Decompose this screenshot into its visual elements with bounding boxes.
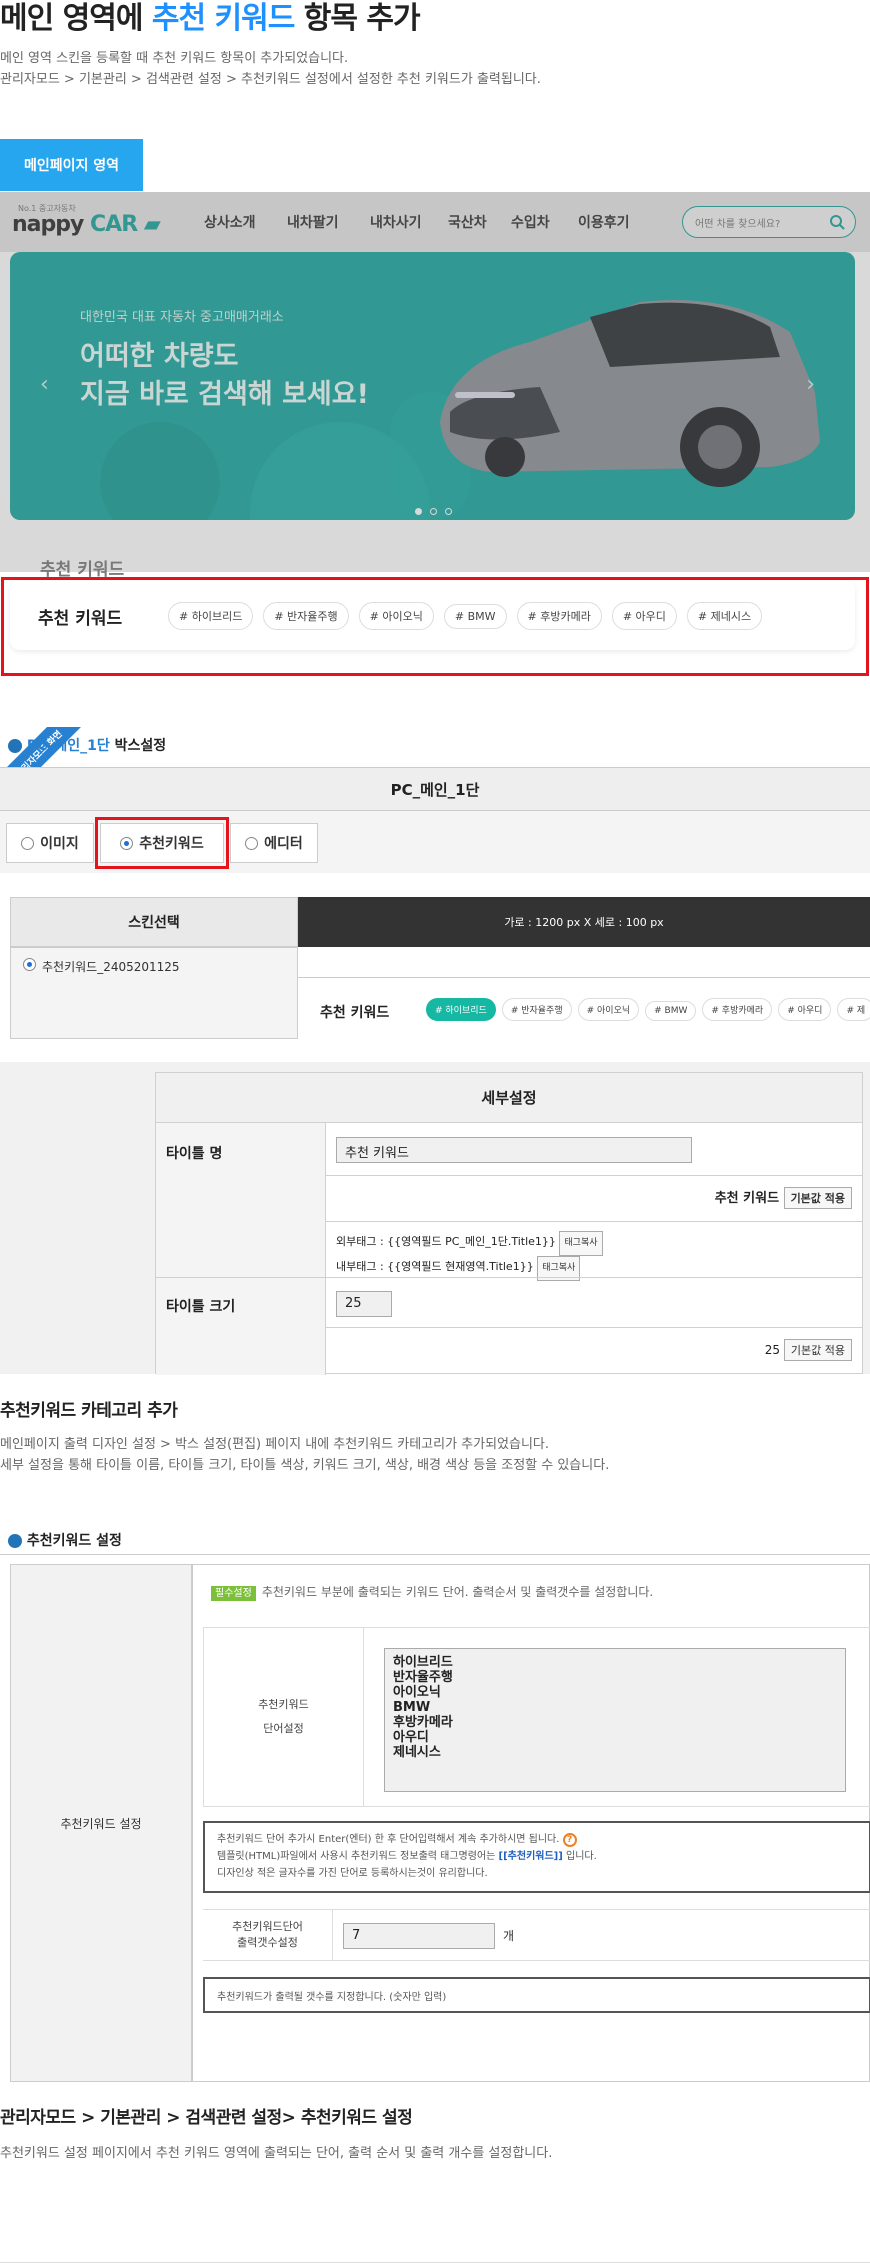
info-icon — [8, 739, 22, 753]
keyword-setting-body: 필수설정 추천키워드 부분에 출력되는 키워드 단어. 출력순서 및 출력갯수를 … — [192, 1564, 870, 2082]
title-size-input[interactable]: 25 — [336, 1291, 392, 1317]
box-setting-panel: 관리자모드 화면 PC_메인_1단 박스설정 PC_메인_1단 이미지 추천키워… — [0, 727, 870, 1039]
tag-info: 외부태그 : {{영역필드 PC_메인_1단.Title1}} 태그복사 내부태… — [336, 1231, 603, 1281]
skin-select-header: 스킨선택 — [10, 897, 298, 947]
site-preview: No.1 중고자동차 nappy CAR ▰ 상사소개 내차팔기 내차사기 국산… — [0, 192, 870, 678]
keyword-chip[interactable]: # BMW — [443, 604, 507, 629]
keyword-chip[interactable]: # 아이오닉 — [358, 602, 434, 630]
keyword-title: 추천 키워드 — [38, 609, 123, 629]
keyword-setting-label: 추천키워드 설정 — [10, 1564, 192, 2082]
required-badge: 필수설정 — [211, 1586, 256, 1601]
preview-chip[interactable]: # 아이오닉 — [577, 998, 640, 1021]
size-preview-row: 25 기본값 적용 — [765, 1339, 852, 1361]
preview-chip-active[interactable]: # 하이브리드 — [426, 998, 496, 1021]
keyword-setting-title: 추천키워드 설정 — [8, 1530, 122, 1550]
title-preview-row: 추천 키워드 기본값 적용 — [715, 1187, 852, 1209]
title-name-label: 타이틀 명 — [156, 1123, 326, 1277]
keyword-chip[interactable]: # 반자율주행 — [263, 602, 349, 630]
bottom-divider — [0, 2262, 870, 2263]
title-name-input[interactable]: 추천 키워드 — [336, 1137, 692, 1163]
page-title: 메인 영역에 추천 키워드 항목 추가 — [0, 1, 421, 36]
footer-path-title: 관리자모드 > 기본관리 > 검색관련 설정> 추천키워드 설정 — [0, 2108, 413, 2128]
keyword-chip[interactable]: # 아우디 — [611, 602, 677, 630]
preview-chip[interactable]: # BMW — [645, 1001, 697, 1021]
count-setting-label: 추천키워드단어 출력갯수설정 — [203, 1910, 333, 1960]
divider — [326, 1327, 862, 1328]
keyword-chip[interactable]: # 제네시스 — [686, 602, 763, 630]
word-setting-box: 추천키워드 단어설정 하이브리드 반자율주행 아이오닉 BMW 후방카메라 아우… — [203, 1627, 870, 1807]
skin-option[interactable]: 추천키워드_2405201125 — [11, 948, 297, 985]
keyword-chip-list: # 하이브리드 # 반자율주행 # 아이오닉 # BMW # 후방카메라 # 아우디 # 제… — [168, 602, 772, 630]
count-input[interactable]: 7 — [343, 1923, 495, 1949]
default-apply-button[interactable]: 기본값 적용 — [783, 1339, 852, 1361]
box-name-bar: PC_메인_1단 — [0, 767, 870, 811]
divider — [0, 1554, 870, 1555]
copy-tag-button[interactable]: 태그복사 — [559, 1231, 603, 1256]
keyword-chip[interactable]: # 하이브리드 — [168, 602, 254, 630]
main-page-tab[interactable]: 메인페이지 영역 — [0, 139, 143, 191]
title-size-label: 타이틀 크기 — [156, 1278, 326, 1375]
count-help-box: 추천키워드가 출력될 갯수를 지정합니다. (숫자만 입력) — [203, 1977, 870, 2013]
skin-list: 추천키워드_2405201125 — [10, 947, 298, 1039]
option-highlight-box — [95, 817, 229, 869]
keyword-chip[interactable]: # 후방카메라 — [516, 602, 602, 630]
page-description: 메인 영역 스킨을 등록할 때 추천 키워드 항목이 추가되었습니다. 관리자모… — [0, 51, 541, 87]
divider — [326, 1175, 862, 1176]
detail-settings-panel: 세부설정 타이틀 명 추천 키워드 추천 키워드 기본값 적용 외부태그 : {… — [0, 1062, 870, 1375]
option-editor[interactable]: 에디터 — [230, 823, 318, 863]
preview-title: 추천 키워드 — [320, 1005, 390, 1021]
preview-chip[interactable]: # 반자율주행 — [501, 998, 572, 1021]
section-recommend-category-title: 추천키워드 카테고리 추가 — [0, 1401, 178, 1421]
required-notice: 필수설정 추천키워드 부분에 출력되는 키워드 단어. 출력순서 및 출력갯수를 … — [211, 1583, 653, 1601]
keyword-help-box: 추천키워드 단어 추가시 Enter(엔터) 한 후 단어입력해서 계속 추가하… — [203, 1821, 870, 1893]
detail-header: 세부설정 — [156, 1073, 862, 1123]
detail-table: 세부설정 타이틀 명 추천 키워드 추천 키워드 기본값 적용 외부태그 : {… — [155, 1072, 863, 1375]
box-setting-title: PC_메인_1단 박스설정 — [8, 735, 166, 755]
option-image[interactable]: 이미지 — [6, 823, 94, 863]
info-icon — [8, 1534, 22, 1548]
preview-chip-list: # 하이브리드 # 반자율주행 # 아이오닉 # BMW # 후방카메라 # 아우디 # 제 — [426, 998, 870, 1021]
count-unit: 개 — [503, 1929, 515, 1943]
preview-dim-overlay — [0, 192, 870, 572]
keyword-setting-panel: 추천키워드 설정 추천키워드 설정 필수설정 추천키워드 부분에 출력되는 키워드… — [0, 1524, 870, 2082]
skin-size-label: 가로 : 1200 px X 세로 : 100 px — [298, 897, 870, 947]
preview-chip[interactable]: # 아우디 — [778, 998, 832, 1021]
preview-chip[interactable]: # 후방카메라 — [702, 998, 773, 1021]
keyword-words-textarea[interactable]: 하이브리드 반자율주행 아이오닉 BMW 후방카메라 아우디 제네시스 — [384, 1648, 846, 1792]
keyword-row: 추천 키워드 # 하이브리드 # 반자율주행 # 아이오닉 # BMW # 후방카메라 #… — [10, 580, 855, 650]
section-recommend-category-desc: 메인페이지 출력 디자인 설정 > 박스 설정(편집) 페이지 내에 추천키워드… — [0, 1437, 610, 1473]
preview-chip[interactable]: # 제 — [837, 998, 870, 1021]
footer-description: 추천키워드 설정 페이지에서 추천 키워드 영역에 출력되는 단어, 출력 순서… — [0, 2146, 553, 2161]
count-setting-row: 추천키워드단어 출력갯수설정 7 개 — [203, 1909, 870, 1961]
divider — [326, 1221, 862, 1222]
skin-preview: 추천 키워드 # 하이브리드 # 반자율주행 # 아이오닉 # BMW # 후방카메라 #… — [298, 977, 870, 1039]
default-apply-button[interactable]: 기본값 적용 — [783, 1187, 852, 1209]
help-icon[interactable]: ? — [562, 1833, 577, 1847]
word-setting-label: 추천키워드 단어설정 — [204, 1628, 364, 1806]
